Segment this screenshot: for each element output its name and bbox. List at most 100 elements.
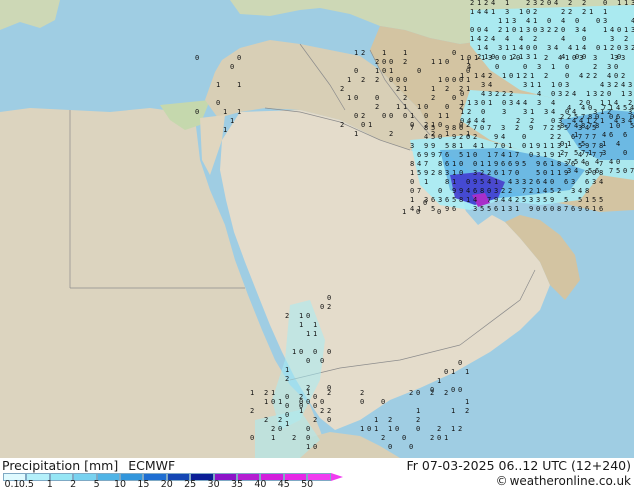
precip-value-glyph: 2 <box>582 0 586 7</box>
precip-value-glyph: 0 <box>299 348 303 356</box>
precip-value-glyph: 4 <box>505 35 509 43</box>
colorbar-tick-label: 45 <box>277 479 290 490</box>
precip-value-glyph: 7 <box>599 160 603 168</box>
precip-value-glyph: 5 <box>417 169 421 177</box>
precip-value-glyph: 0 <box>445 76 449 84</box>
precip-value-glyph: 0 <box>237 54 241 62</box>
precip-value-glyph: 0 <box>402 434 406 442</box>
precip-value-glyph: 0 <box>477 26 481 34</box>
precip-value-glyph: 0 <box>320 357 324 365</box>
precip-value-glyph: 4 <box>501 196 505 204</box>
precip-value-glyph: 1 <box>292 348 296 356</box>
precip-value-glyph: 3 <box>602 149 606 157</box>
precip-value-glyph: 0 <box>389 76 393 84</box>
precip-value-glyph: 3 <box>536 196 540 204</box>
precip-value-glyph: 0 <box>327 416 331 424</box>
precip-value-glyph: 3 <box>536 151 540 159</box>
precip-value-glyph: 2 <box>560 149 564 157</box>
precip-value-glyph: 0 <box>565 63 569 71</box>
precip-value-glyph: 8 <box>599 169 603 177</box>
precip-value-glyph: 0 <box>313 443 317 451</box>
precip-value-glyph: 1 <box>509 54 513 62</box>
precipitation-map: 2124123204220113144131022221111341040034… <box>0 0 634 458</box>
precip-value-glyph: 2 <box>550 124 554 132</box>
precip-value-glyph: 1 <box>533 53 537 61</box>
precip-value-glyph: 2 <box>444 389 448 397</box>
precip-value-glyph: 1 <box>501 205 505 213</box>
precip-value-glyph: 0 <box>487 187 491 195</box>
precip-value-glyph: 1 <box>600 117 604 125</box>
precip-value-glyph: 0 <box>459 124 463 132</box>
precip-value-glyph: 0 <box>588 104 592 112</box>
precip-value-glyph: 9 <box>459 187 463 195</box>
precip-value-glyph: 8 <box>581 122 585 130</box>
precip-value-glyph: 2 <box>523 72 527 80</box>
precip-value-glyph: 2 <box>360 389 364 397</box>
precip-value-glyph: 4 <box>551 108 555 116</box>
precip-value-glyph: 0 <box>361 121 365 129</box>
precip-value-glyph: 6 <box>417 151 421 159</box>
precip-value-glyph: 2 <box>529 178 533 186</box>
precip-value-glyph: 3 <box>481 81 485 89</box>
precip-value-glyph: 0 <box>327 294 331 302</box>
precip-value-glyph: 2 <box>375 76 379 84</box>
precip-value-glyph: 8 <box>480 187 484 195</box>
precip-value-glyph: 5 <box>543 196 547 204</box>
precip-value-glyph: 1 <box>474 54 478 62</box>
precip-value-glyph: 3 <box>621 54 625 62</box>
precip-value-glyph: 8 <box>588 113 592 121</box>
precip-value-glyph: 5 <box>564 196 568 204</box>
legend-title-main: Precipitation [mm] <box>2 458 119 473</box>
precip-value-glyph: 1 <box>470 35 474 43</box>
precip-value-glyph: 1 <box>537 81 541 89</box>
precip-value-glyph: 0 <box>354 112 358 120</box>
precip-value-glyph: 1 <box>416 407 420 415</box>
precip-value-glyph: 1 <box>505 17 509 25</box>
precip-value-glyph: 9 <box>431 151 435 159</box>
precip-value-glyph: 1 <box>592 205 596 213</box>
precip-value-glyph: 4 <box>610 26 614 34</box>
precip-value-glyph: 1 <box>452 160 456 168</box>
precip-value-glyph: 0 <box>509 72 513 80</box>
precip-value-glyph: 1 <box>481 54 485 62</box>
precip-value-glyph: 2 <box>610 44 614 52</box>
precip-value-glyph: 3 <box>565 81 569 89</box>
precip-value-glyph: 6 <box>508 160 512 168</box>
precip-value-glyph: 2 <box>375 103 379 111</box>
precip-value-glyph: 2 <box>313 416 317 424</box>
precip-value-glyph: 0 <box>410 187 414 195</box>
precip-value-glyph: 8 <box>424 124 428 132</box>
precip-value-glyph: 1 <box>285 366 289 374</box>
precip-value-glyph: 1 <box>621 90 625 98</box>
precip-value-glyph: 0 <box>523 63 527 71</box>
precip-value-glyph: 1 <box>551 63 555 71</box>
precip-value-glyph: 2 <box>568 0 572 7</box>
precip-value-glyph: 0 <box>458 386 462 394</box>
precip-value-glyph: 2 <box>465 407 469 415</box>
precip-value-glyph: 7 <box>473 124 477 132</box>
precip-value-glyph: 3 <box>488 54 492 62</box>
precip-value-glyph: 1 <box>230 117 234 125</box>
precip-value-glyph: 2 <box>600 90 604 98</box>
precip-value-glyph: 1 <box>347 76 351 84</box>
precip-value-glyph: 1 <box>474 72 478 80</box>
precip-value-glyph: 0 <box>459 169 463 177</box>
precip-value-glyph: 0 <box>617 44 621 52</box>
precip-value-glyph: 2 <box>593 72 597 80</box>
precip-value-glyph: 0 <box>278 425 282 433</box>
precip-value-glyph: 7 <box>592 133 596 141</box>
precip-value-glyph: 0 <box>560 140 564 148</box>
precip-value-glyph: 0 <box>547 0 551 7</box>
precip-value-glyph: 2 <box>470 0 474 7</box>
precip-value-glyph: 0 <box>424 112 428 120</box>
precip-value-glyph: 3 <box>474 99 478 107</box>
precip-value-glyph: 8 <box>438 160 442 168</box>
precip-value-glyph: 0 <box>306 425 310 433</box>
precip-value-glyph: 4 <box>488 81 492 89</box>
precip-value-glyph: 2 <box>361 112 365 120</box>
precip-value-glyph: 0 <box>285 411 289 419</box>
precip-value-glyph: 1 <box>368 121 372 129</box>
precip-value-glyph: 4 <box>467 63 471 71</box>
precip-value-glyph: 1 <box>466 151 470 159</box>
precip-value-glyph: 6 <box>473 187 477 195</box>
